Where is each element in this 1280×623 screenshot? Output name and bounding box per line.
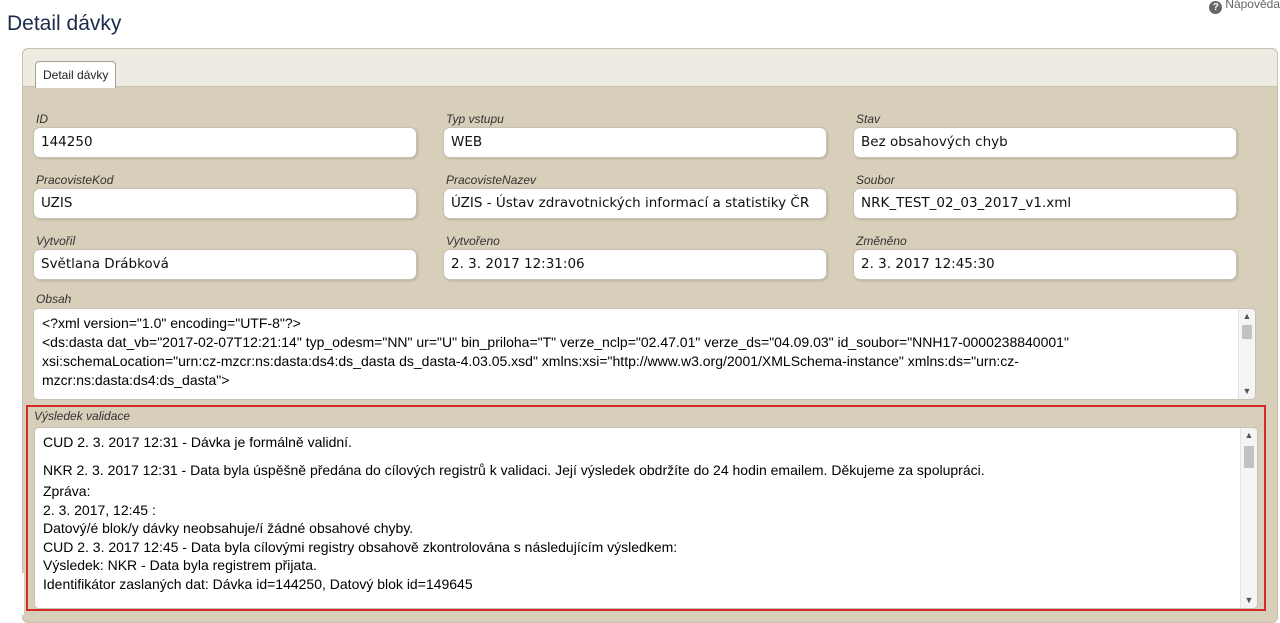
vytvoril-label: Vytvořil — [36, 234, 76, 248]
vytvoril-field[interactable]: Světlana Drábková — [33, 249, 417, 280]
obsah-line: mzcr:ns:dasta:ds4:ds_dasta"> — [42, 372, 230, 388]
stav-field[interactable]: Bez obsahových chyb — [853, 127, 1237, 158]
obsah-textarea[interactable]: <?xml version="1.0" encoding="UTF-8"?> <… — [33, 308, 1256, 400]
redaction-mask — [878, 505, 1214, 566]
stav-label: Stav — [856, 112, 881, 126]
obsah-label: Obsah — [36, 292, 72, 306]
obsah-line: <?xml version="1.0" encoding="UTF-8"?> — [42, 315, 301, 331]
pracoviste-nazev-label: PracovisteNazev — [446, 173, 537, 187]
tab-strip: Detail dávky — [23, 49, 1277, 88]
redaction-mask — [878, 572, 1214, 578]
id-label: ID — [36, 112, 48, 126]
obsah-line: <ds:dasta dat_vb="2017-02-07T12:21:14" t… — [42, 334, 1069, 350]
validation-line: CUD 2. 3. 2017 12:31 - Dávka je formálně… — [43, 434, 352, 450]
validation-line: Zpráva: — [43, 483, 91, 499]
validation-line: NKR 2. 3. 2017 12:31 - Data byla úspěšně… — [43, 462, 985, 478]
zmeneno-field[interactable]: 2. 3. 2017 12:45:30 — [853, 249, 1237, 280]
obsah-scrollbar[interactable]: ▲ ▼ — [1238, 309, 1255, 399]
zmeneno-label: Změněno — [856, 234, 907, 248]
id-field[interactable]: 144250 — [33, 127, 417, 158]
pracoviste-kod-field[interactable]: UZIS — [33, 188, 417, 219]
validation-scrollbar[interactable]: ▲ ▼ — [1240, 428, 1257, 608]
help-link[interactable]: ? Nápověda — [1209, 0, 1280, 14]
vytvoreno-label: Vytvořeno — [446, 234, 500, 248]
help-label: Nápověda — [1225, 0, 1280, 11]
vytvoreno-field[interactable]: 2. 3. 2017 12:31:06 — [443, 249, 827, 280]
chevron-up-icon[interactable]: ▲ — [1239, 309, 1255, 324]
typ-vstupu-field[interactable]: WEB — [443, 127, 827, 158]
obsah-line: xsi:schemaLocation="urn:cz-mzcr:ns:dasta… — [42, 353, 1019, 369]
tab-detail-davky[interactable]: Detail dávky — [35, 61, 117, 88]
chevron-down-icon[interactable]: ▼ — [1239, 384, 1255, 399]
validation-label: Výsledek validace — [34, 409, 131, 423]
scroll-thumb[interactable] — [1242, 325, 1252, 339]
redaction-mask — [0, 573, 24, 615]
scroll-thumb[interactable] — [1244, 446, 1254, 468]
help-circle-icon: ? — [1209, 0, 1223, 14]
typ-vstupu-label: Typ vstupu — [446, 112, 504, 126]
chevron-up-icon[interactable]: ▲ — [1241, 428, 1257, 443]
pracoviste-kod-label: PracovisteKod — [36, 173, 114, 187]
chevron-down-icon[interactable]: ▼ — [1241, 593, 1257, 608]
pracoviste-nazev-field[interactable]: ÚZIS - Ústav zdravotnických informací a … — [443, 188, 827, 219]
page-title: Detail dávky — [7, 12, 122, 35]
soubor-label: Soubor — [856, 173, 895, 187]
soubor-field[interactable]: NRK_TEST_02_03_2017_v1.xml — [853, 188, 1237, 219]
